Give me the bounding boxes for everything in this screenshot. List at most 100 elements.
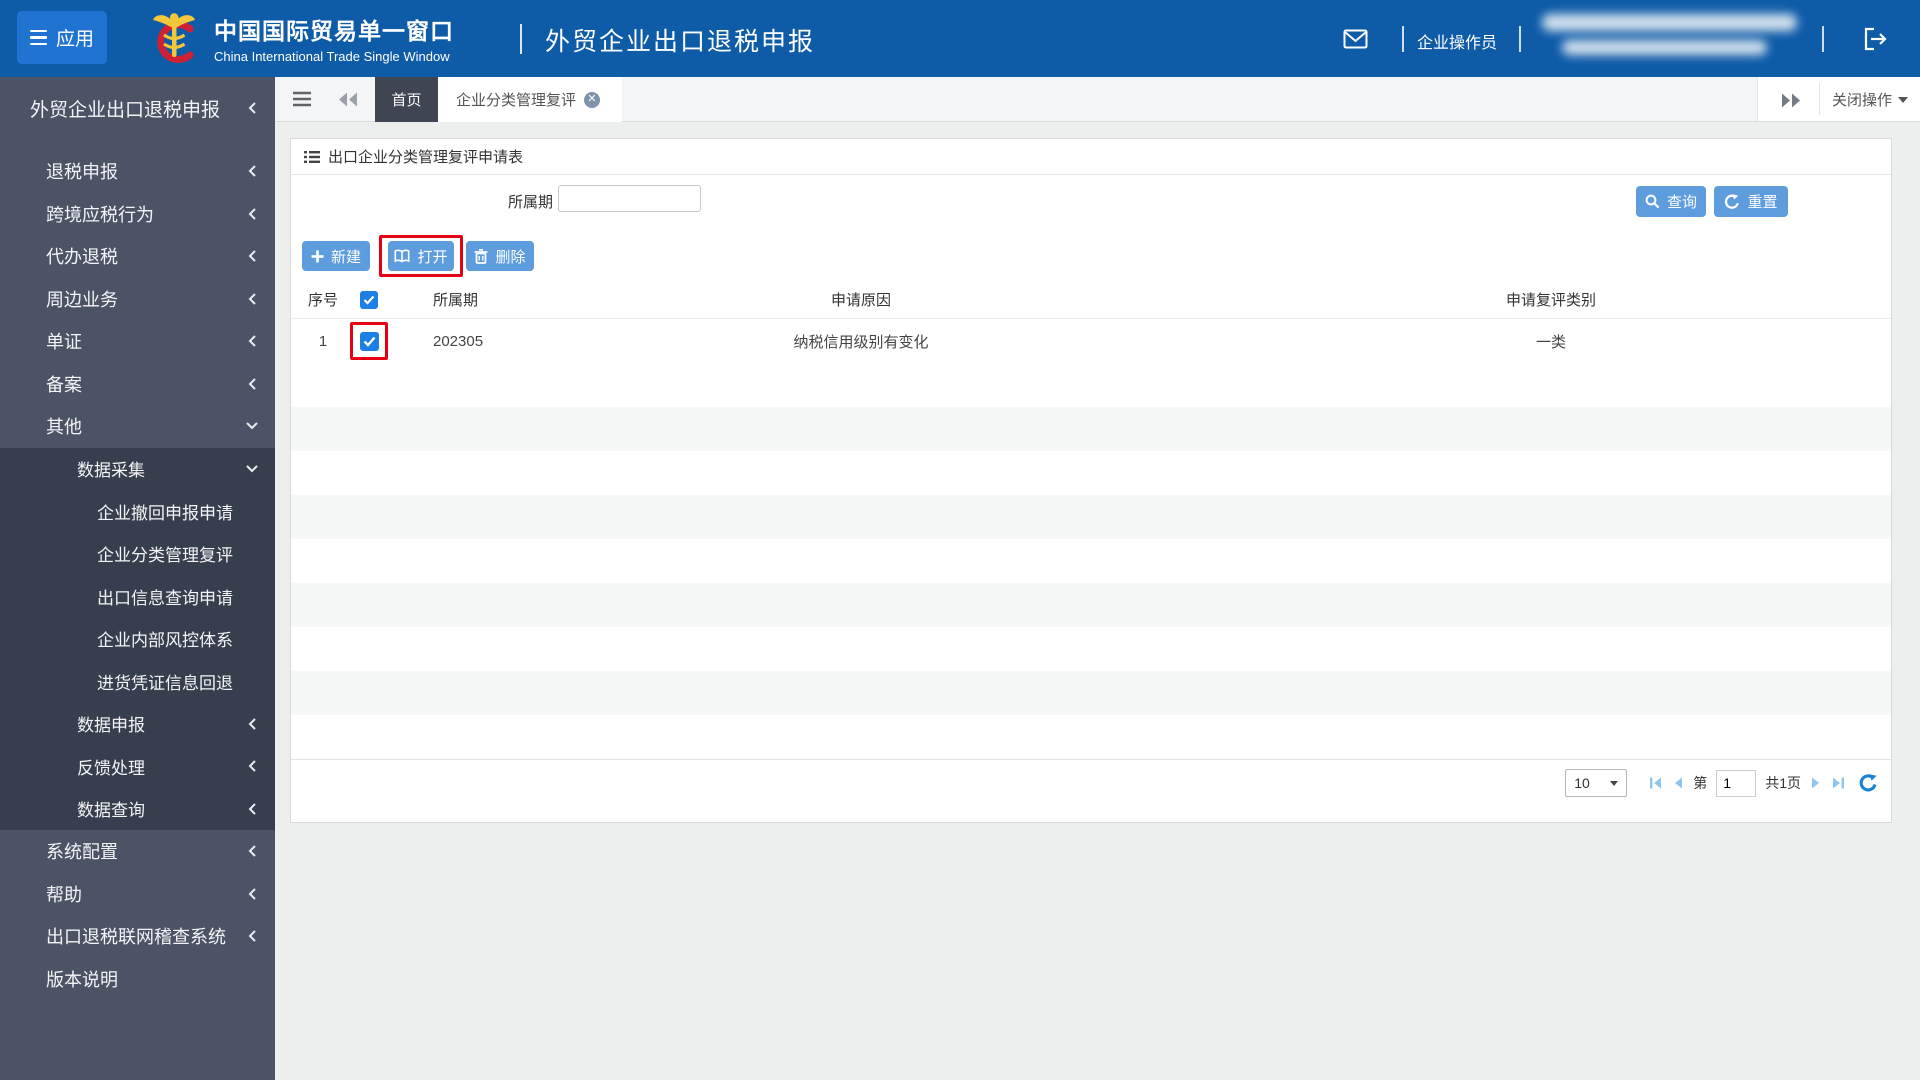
header-divider [1402,26,1404,52]
table-row-empty [291,627,1891,671]
refresh-icon[interactable] [1859,774,1878,792]
apps-button[interactable]: 应用 [17,11,107,64]
sidebar-item-label: 企业内部风控体系 [97,631,233,651]
sidebar-item[interactable]: 数据采集 [0,447,275,490]
mail-icon[interactable] [1343,29,1368,49]
sidebar: 外贸企业出口退税申报 退税申报跨境应税行为 代办退税周边业务 单证备案其他数据采集企… [0,77,275,1080]
table-row-empty [291,715,1891,759]
chevron-left-icon [247,759,257,773]
row-period: 202305 [433,332,484,350]
module-title: 外贸企业出口退税申报 [545,28,816,56]
sidebar-item-label: 反馈处理 [77,758,145,778]
user-role-label[interactable]: 企业操作员 [1417,29,1497,53]
sidebar-item[interactable]: 数据查询 [0,787,275,830]
tab-bar-right-controls: 关闭操作 [1757,77,1920,121]
sidebar-item[interactable]: 企业内部风控体系 [0,617,275,660]
divider [1819,83,1820,115]
plus-icon [311,250,324,262]
sidebar-item[interactable]: 企业分类管理复评 [0,532,275,575]
logout-icon[interactable] [1862,26,1888,52]
close-operations-label: 关闭操作 [1832,92,1893,109]
query-button[interactable]: 查询 [1636,186,1706,217]
reset-button[interactable]: 重置 [1714,186,1788,217]
period-filter-label: 所属期 [507,194,553,211]
chevron-down-icon [245,421,259,431]
brand-title: 中国国际贸易单一窗口 [214,18,454,44]
sidebar-item[interactable]: 其他 [0,405,275,448]
panel-title: 出口企业分类管理复评申请表 [328,149,524,166]
chevron-down-icon [1610,780,1619,786]
main-area: 出口企业分类管理复评申请表 所属期 查询 重置 新建 打开 删除 序号 所属期 … [275,122,1920,1080]
close-operations-dropdown[interactable]: 关闭操作 [1832,89,1909,110]
sidebar-title: 外贸企业出口退税申报 [30,100,221,121]
brand-subtitle: China International Trade Single Window [214,49,450,64]
scroll-tabs-right-icon[interactable] [1778,92,1802,109]
sidebar-item-label: 数据申报 [77,716,145,736]
page-prefix-label: 第 [1693,775,1708,791]
page-size-select[interactable]: 10 [1565,769,1628,797]
page-size-value: 10 [1574,775,1590,791]
sidebar-item-label: 代办退税 [46,247,118,268]
open-button-label: 打开 [417,248,448,266]
sidebar-title-row[interactable]: 外贸企业出口退税申报 [0,77,275,150]
chevron-left-icon [247,377,257,391]
first-page-icon[interactable] [1648,776,1663,790]
sidebar-item[interactable]: 出口信息查询申请 [0,575,275,618]
sidebar-item[interactable]: 备案 [0,363,275,406]
tab-home[interactable]: 首页 [375,77,438,122]
sidebar-item[interactable]: 系统配置 [0,830,275,873]
chevron-left-icon [247,249,257,263]
sidebar-item-label: 跨境应税行为 [46,204,154,225]
column-header-reason: 申请原因 [830,292,891,309]
tab-list-menu-icon[interactable] [292,90,312,108]
prev-page-icon[interactable] [1672,776,1684,790]
sidebar-menu: 退税申报跨境应税行为 代办退税周边业务 单证备案其他数据采集企业撤回申报申请 企业分类… [0,150,275,1000]
sidebar-item[interactable]: 出口退税联网稽查系统 [0,915,275,958]
sidebar-item[interactable]: 数据申报 [0,702,275,745]
sidebar-item[interactable]: 版本说明 [0,958,275,1001]
select-all-checkbox[interactable] [360,290,378,309]
sidebar-item-label: 企业撤回申报申请 [97,503,233,523]
next-page-icon[interactable] [1810,776,1822,790]
sidebar-item[interactable]: 帮助 [0,873,275,916]
reset-icon [1725,194,1740,209]
scroll-tabs-left-icon[interactable] [337,91,361,108]
sidebar-item[interactable]: 进货凭证信息回退 [0,660,275,703]
sidebar-item-label: 数据查询 [77,801,145,821]
sidebar-item[interactable]: 单证 [0,320,275,363]
delete-button[interactable]: 删除 [466,241,534,271]
header-divider [1822,26,1824,52]
tab-bar: 首页 企业分类管理复评 ✕ 关闭操作 [275,77,1920,122]
sidebar-item[interactable]: 退税申报 [0,150,275,193]
tab-home-label: 首页 [391,92,422,109]
open-button[interactable]: 打开 [388,241,454,271]
new-button[interactable]: 新建 [302,241,370,271]
delete-button-label: 删除 [495,248,526,266]
row-checkbox[interactable] [359,331,379,351]
app-window: 应用 中国国际贸易单一窗口 China International Trade … [0,0,1920,1080]
sidebar-item-label: 出口退税联网稽查系统 [46,927,226,948]
sidebar-item[interactable]: 跨境应税行为 [0,193,275,236]
sidebar-item-label: 企业分类管理复评 [97,546,233,566]
sidebar-item-label: 备案 [46,374,82,395]
last-page-icon[interactable] [1831,776,1846,790]
sidebar-item[interactable]: 反馈处理 [0,745,275,788]
table-row-empty [291,583,1891,627]
sidebar-item[interactable]: 企业撤回申报申请 [0,490,275,533]
tab-active[interactable]: 企业分类管理复评 ✕ [438,77,622,122]
row-category: 一类 [1535,333,1566,351]
period-filter-input[interactable] [558,185,701,212]
sidebar-item[interactable]: 周边业务 [0,278,275,321]
sidebar-item-label: 其他 [46,417,82,438]
table-row[interactable]: 1 202305 纳税信用级别有变化 一类 [291,319,1891,363]
table-header-row: 序号 所属期 申请原因 申请复评类别 [291,281,1891,319]
sidebar-item[interactable]: 代办退税 [0,235,275,278]
tab-close-icon[interactable]: ✕ [584,91,601,108]
chevron-left-icon [247,334,257,348]
chevron-left-icon [247,292,257,306]
user-info-redacted [1542,14,1797,31]
page-number-input[interactable] [1716,769,1757,797]
trash-icon [474,248,488,264]
chevron-left-icon [247,101,257,115]
chevron-down-icon [245,464,259,474]
